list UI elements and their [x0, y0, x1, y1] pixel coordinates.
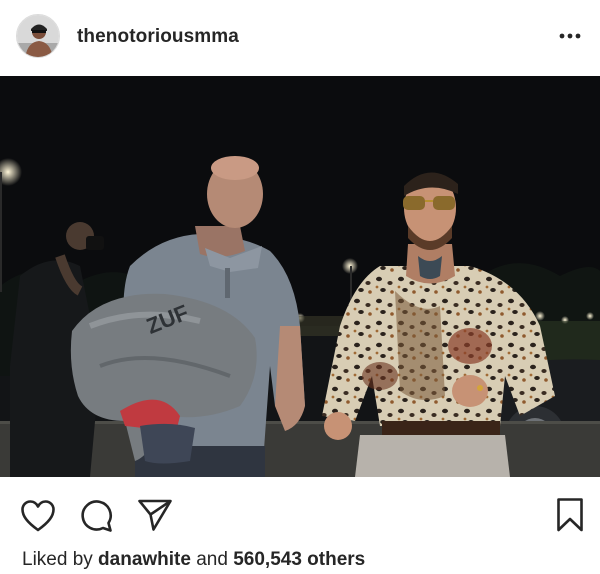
post-username[interactable]: thenotoriousmma — [77, 26, 239, 48]
likes-summary: Liked by danawhite and 560,543 others — [22, 549, 365, 571]
liked-by-prefix: Liked by — [22, 549, 99, 570]
liked-by-user-link[interactable]: danawhite — [98, 549, 191, 570]
post-header: thenotoriousmma — [0, 0, 600, 76]
liked-by-count-link[interactable]: 560,543 others — [233, 549, 365, 570]
post-actions — [0, 477, 600, 547]
share-icon[interactable] — [137, 498, 173, 532]
avatar-image — [17, 15, 59, 57]
heart-icon[interactable] — [20, 499, 56, 533]
post-photo-image: ZUF — [0, 76, 600, 477]
post-photo[interactable]: ZUF — [0, 76, 600, 477]
bookmark-icon[interactable] — [556, 497, 584, 533]
avatar[interactable] — [16, 14, 60, 58]
liked-by-and: and — [190, 549, 234, 570]
comment-icon[interactable] — [79, 497, 115, 533]
more-options-icon[interactable] — [558, 30, 582, 42]
